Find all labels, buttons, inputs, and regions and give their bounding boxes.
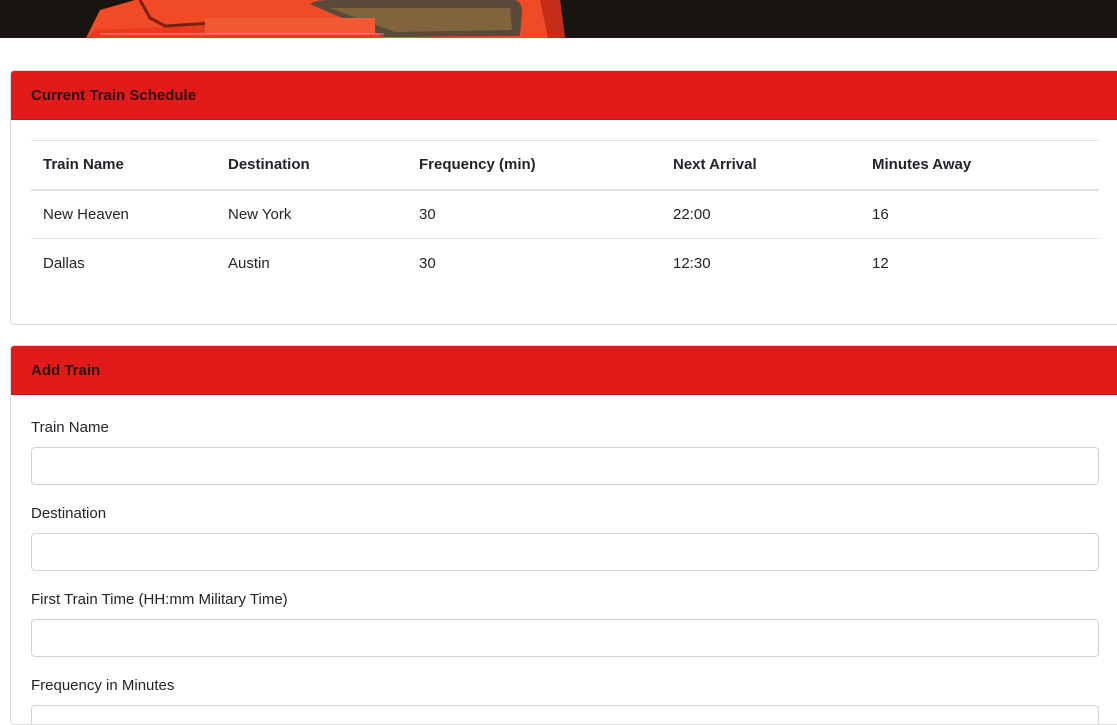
- table-row: New Heaven New York 30 22:00 16: [31, 189, 1099, 239]
- cell-frequency: 30: [407, 189, 661, 239]
- cell-train-name: Dallas: [31, 238, 216, 288]
- frequency-label: Frequency in Minutes: [31, 677, 175, 694]
- train-photo: [0, 0, 1117, 38]
- cell-minutes-away: 16: [860, 189, 1099, 239]
- form-group-frequency: Frequency in Minutes: [31, 675, 1099, 724]
- first-train-time-label: First Train Time (HH:mm Military Time): [31, 591, 288, 608]
- cell-next-arrival: 22:00: [661, 189, 860, 239]
- column-header-frequency: Frequency (min): [407, 140, 661, 191]
- cell-minutes-away: 12: [860, 238, 1099, 288]
- cell-frequency: 30: [407, 238, 661, 288]
- column-header-next-arrival: Next Arrival: [661, 140, 860, 191]
- schedule-table: Train Name Destination Frequency (min) N…: [31, 140, 1099, 288]
- first-train-time-input[interactable]: [31, 619, 1099, 657]
- table-row: Dallas Austin 30 12:30 12: [31, 238, 1099, 288]
- add-train-card: Add Train Train Name Destination First T…: [10, 345, 1117, 725]
- add-train-card-header: Add Train: [11, 346, 1117, 395]
- form-group-destination: Destination: [31, 503, 1099, 571]
- column-header-minutes-away: Minutes Away: [860, 140, 1099, 191]
- train-name-input[interactable]: [31, 447, 1099, 485]
- destination-input[interactable]: [31, 533, 1099, 571]
- cell-destination: New York: [216, 189, 407, 239]
- hero-banner-image: [0, 0, 1117, 38]
- form-group-train-name: Train Name: [31, 417, 1099, 485]
- cell-destination: Austin: [216, 238, 407, 288]
- destination-label: Destination: [31, 505, 107, 522]
- frequency-input[interactable]: [31, 705, 1099, 724]
- schedule-card: Current Train Schedule Train Name Destin…: [10, 70, 1117, 325]
- form-group-first-train-time: First Train Time (HH:mm Military Time): [31, 589, 1099, 657]
- schedule-card-header: Current Train Schedule: [11, 71, 1117, 120]
- cell-next-arrival: 12:30: [661, 238, 860, 288]
- column-header-destination: Destination: [216, 140, 407, 191]
- cell-train-name: New Heaven: [31, 189, 216, 239]
- table-header-row: Train Name Destination Frequency (min) N…: [31, 140, 1099, 191]
- train-name-label: Train Name: [31, 419, 109, 436]
- column-header-train-name: Train Name: [31, 140, 216, 191]
